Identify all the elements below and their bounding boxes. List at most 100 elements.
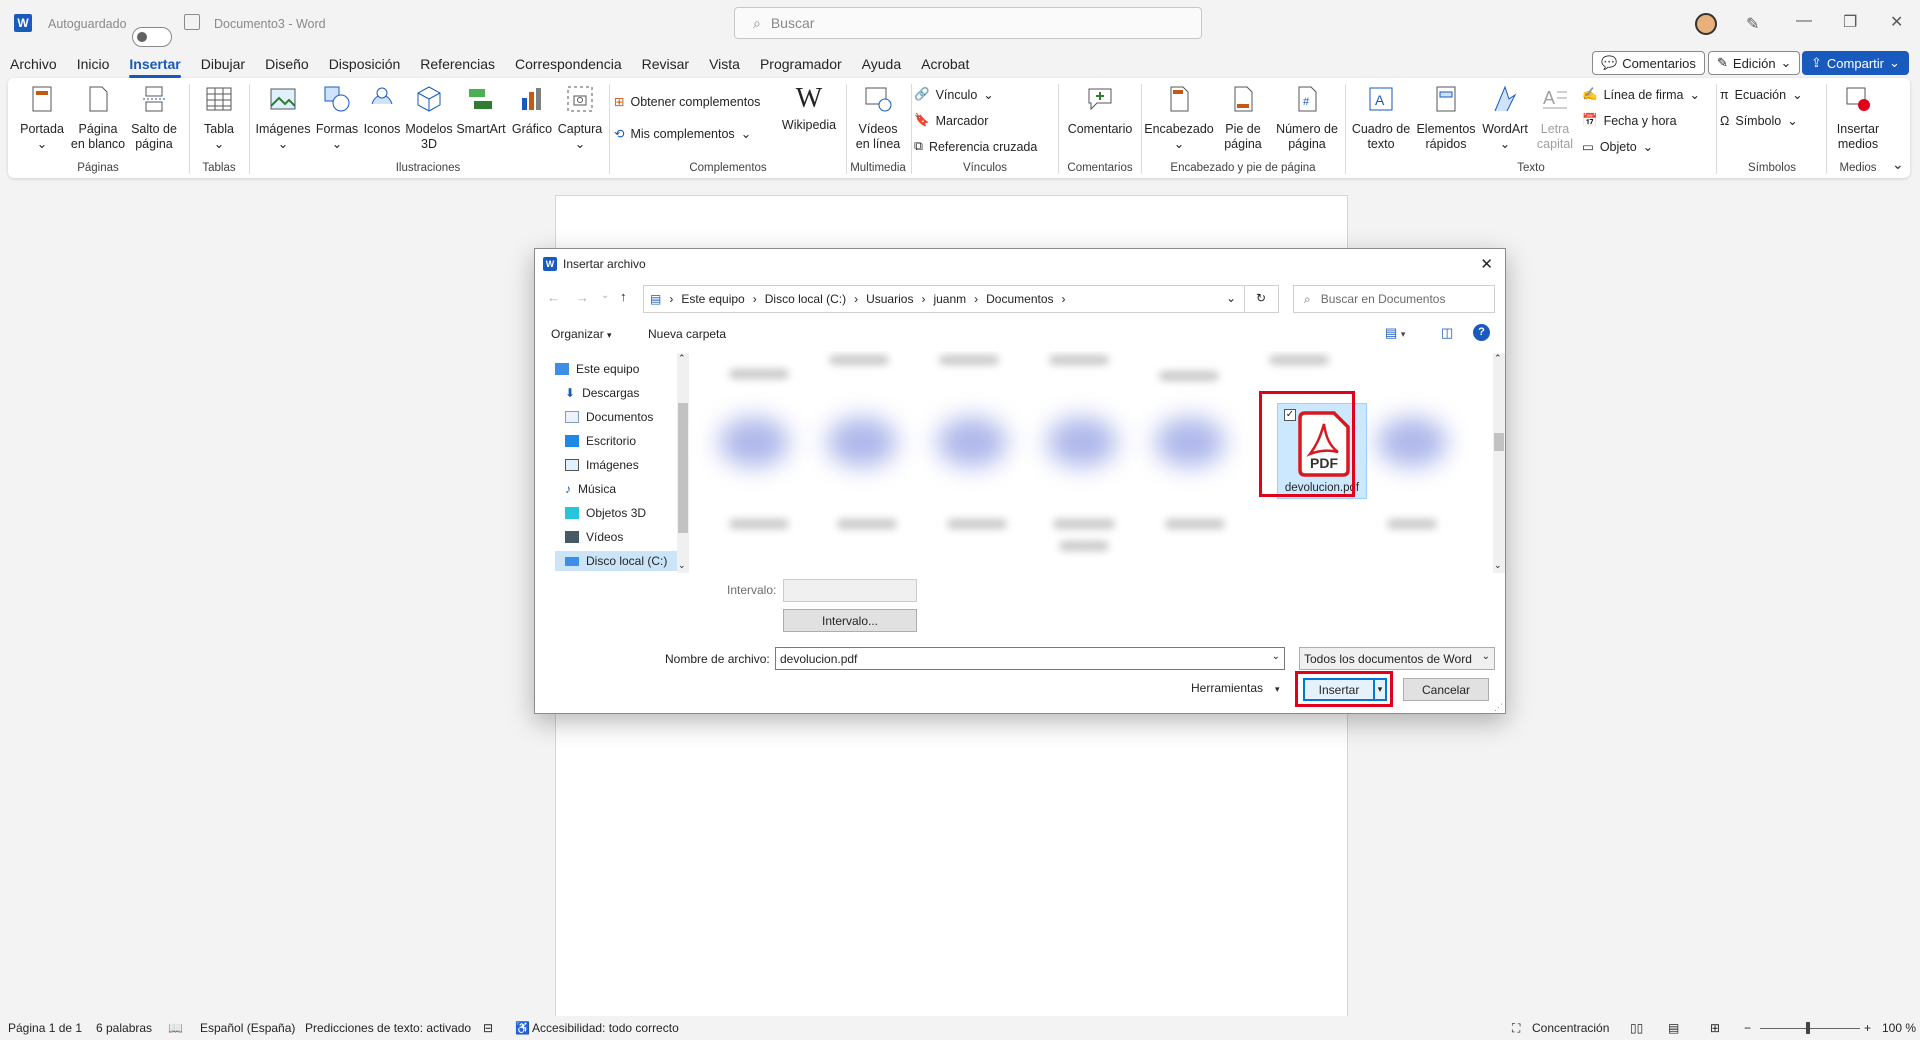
wikipedia-button[interactable]: W Wikipedia [774,84,844,133]
zoom-level[interactable]: 100 % [1882,1021,1916,1035]
chevron-up-icon[interactable]: ⌃ [1494,353,1502,364]
zoom-slider[interactable] [1760,1028,1860,1029]
page-number-button[interactable]: # Número de página [1272,84,1342,152]
tree-item-descargas[interactable]: ⬇ Descargas [565,383,639,403]
focus-mode-button[interactable]: Concentración [1532,1021,1609,1035]
tab-archivo[interactable]: Archivo [0,50,67,78]
files-scrollbar[interactable]: ⌃ ⌄ [1493,353,1505,573]
tree-item-este-equipo[interactable]: Este equipo [555,359,639,379]
edit-mode-button[interactable]: ✎ Edición ⌄ [1708,51,1801,75]
print-layout-icon[interactable]: ▤ [1668,1021,1679,1035]
quick-parts-button[interactable]: Elementos rápidos [1414,84,1478,152]
link-button[interactable]: 🔗 Vínculo ⌄ [914,87,994,102]
tab-revisar[interactable]: Revisar [632,50,699,78]
tab-diseno[interactable]: Diseño [255,50,319,78]
tree-item-documentos[interactable]: Documentos [565,407,653,427]
close-window-icon[interactable]: ✕ [1890,12,1903,32]
object-button[interactable]: ▭ Objeto ⌄ [1582,139,1653,155]
zoom-out-icon[interactable]: − [1744,1021,1751,1035]
search-box[interactable]: ⌕ Buscar [734,7,1202,39]
cancel-button[interactable]: Cancelar [1403,678,1489,701]
blurred-file-icon[interactable] [1155,417,1225,467]
status-accessibility[interactable]: Accesibilidad: todo correcto [532,1021,679,1035]
tree-item-objetos-3d[interactable]: Objetos 3D [565,503,646,523]
tree-item-musica[interactable]: ♪ Música [565,479,616,499]
images-button[interactable]: Imágenes ⌄ [252,84,314,152]
screenshot-button[interactable]: Captura ⌄ [556,84,604,152]
up-arrow-icon[interactable]: ↑ [620,289,627,304]
focus-icon[interactable]: ⛶ [1512,1021,1520,1036]
proofing-icon[interactable]: 📖 [168,1021,183,1035]
address-bar[interactable]: ▤ › Este equipo › Disco local (C:) › Usu… [643,285,1279,313]
tab-inicio[interactable]: Inicio [67,50,120,78]
3d-models-button[interactable]: Modelos 3D [404,84,454,152]
cover-page-button[interactable]: Portada ⌄ [14,84,70,152]
page-break-button[interactable]: Salto de página [126,84,182,152]
status-text-predictions[interactable]: Predicciones de texto: activado [305,1021,471,1035]
breadcrumb-juanm[interactable]: juanm [933,292,966,306]
table-button[interactable]: Tabla ⌄ [194,84,244,152]
shapes-button[interactable]: Formas ⌄ [314,84,360,152]
tab-referencias[interactable]: Referencias [410,50,505,78]
tree-item-escritorio[interactable]: Escritorio [565,431,636,451]
blank-page-button[interactable]: Página en blanco [70,84,126,152]
chevron-down-icon[interactable]: ⌄ [1482,651,1490,662]
status-language[interactable]: Español (España) [200,1021,295,1035]
restore-icon[interactable]: ❐ [1843,12,1857,32]
ribbon-collapse-icon[interactable]: ⌄ [1892,156,1904,173]
breadcrumb-usuarios[interactable]: Usuarios [866,292,913,306]
files-scroll-thumb[interactable] [1494,433,1504,451]
bookmark-button[interactable]: 🔖 Marcador [914,113,988,128]
online-videos-button[interactable]: Vídeos en línea [850,84,906,152]
view-options-icon[interactable]: ▤ ▾ [1385,325,1405,341]
chevron-down-icon[interactable]: ⌄ [1272,651,1280,662]
share-button[interactable]: ⇪ Compartir ⌄ [1802,51,1909,75]
forward-arrow-icon[interactable]: → [576,290,589,305]
chart-button[interactable]: Gráfico [508,84,556,137]
macro-icon[interactable]: ⊟ [483,1021,493,1035]
recent-dropdown-icon[interactable]: ⌄ [601,290,609,301]
chevron-up-icon[interactable]: ⌃ [678,353,686,364]
tab-insertar[interactable]: Insertar [119,50,190,78]
new-folder-button[interactable]: Nueva carpeta [648,327,726,341]
date-time-button[interactable]: 📅 Fecha y hora [1582,113,1677,128]
file-type-select[interactable]: Todos los documentos de Word ⌄ [1299,647,1495,670]
tree-scrollbar[interactable]: ⌃ ⌄ [677,353,689,573]
organize-button[interactable]: Organizar ▾ [551,327,612,341]
autosave-toggle[interactable] [132,27,172,47]
range-button[interactable]: Intervalo... [783,609,917,632]
text-box-button[interactable]: A Cuadro de texto [1348,84,1414,152]
blurred-file-icon[interactable] [1047,417,1117,467]
zoom-slider-thumb[interactable] [1806,1022,1810,1034]
resize-grip-icon[interactable]: ⋰ [1494,702,1503,713]
status-page[interactable]: Página 1 de 1 [8,1021,82,1035]
save-icon[interactable] [184,14,200,30]
range-input[interactable] [783,579,917,602]
tab-ayuda[interactable]: Ayuda [852,50,911,78]
file-list[interactable]: ✓ PDF devolucion.pdf [689,351,1493,573]
tree-item-videos[interactable]: Vídeos [565,527,623,547]
back-arrow-icon[interactable]: ← [547,290,560,305]
refresh-icon[interactable]: ↻ [1256,291,1266,305]
cross-reference-button[interactable]: ⧉ Referencia cruzada [914,139,1037,154]
help-icon[interactable]: ? [1473,324,1490,341]
blurred-file-icon[interactable] [937,417,1007,467]
my-addins-button[interactable]: ⟲ Mis complementos ⌄ [614,126,751,142]
tab-correspondencia[interactable]: Correspondencia [505,50,632,78]
blurred-file-icon[interactable] [719,417,789,467]
tree-scroll-thumb[interactable] [678,403,688,533]
avatar[interactable] [1695,13,1717,35]
breadcrumb-este-equipo[interactable]: Este equipo [681,292,744,306]
tree-item-imagenes[interactable]: Imágenes [565,455,639,475]
symbol-button[interactable]: Ω Símbolo ⌄ [1720,113,1798,129]
accessibility-icon[interactable]: ♿ [515,1021,530,1035]
pen-icon[interactable]: ✎ [1746,14,1759,34]
breadcrumb-disco-local[interactable]: Disco local (C:) [765,292,846,306]
web-layout-icon[interactable]: ⊞ [1710,1021,1720,1035]
new-comment-button[interactable]: Comentario [1062,84,1138,137]
wordart-button[interactable]: WordArt ⌄ [1478,84,1532,152]
header-button[interactable]: Encabezado ⌄ [1144,84,1214,152]
blurred-file-icon[interactable] [827,417,897,467]
drop-cap-button[interactable]: A Letra capital [1532,84,1578,152]
signature-line-button[interactable]: ✍ Línea de firma ⌄ [1582,87,1700,102]
